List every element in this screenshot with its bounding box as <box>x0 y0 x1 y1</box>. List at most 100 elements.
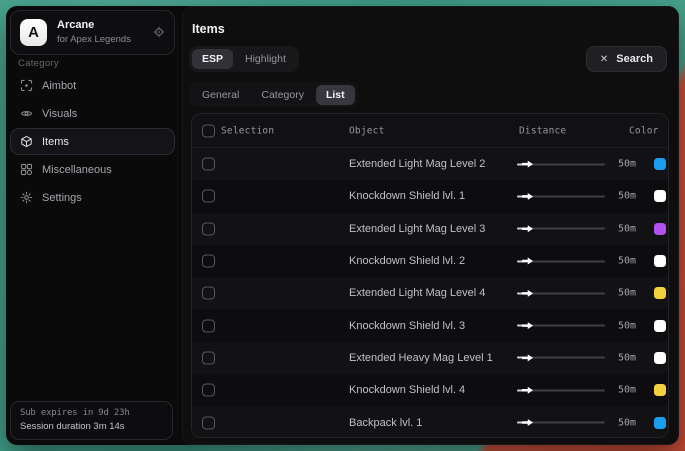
object-label: Knockdown Shield lvl. 4 <box>349 384 465 396</box>
color-swatch[interactable] <box>654 158 666 170</box>
slider-thumb[interactable] <box>522 161 533 168</box>
row-checkbox[interactable] <box>202 319 215 332</box>
category-section-label: Category <box>18 58 59 69</box>
color-swatch[interactable] <box>654 384 666 396</box>
distance-slider[interactable] <box>517 289 605 298</box>
table-row: Knockdown Shield lvl. 2 50m <box>192 245 668 277</box>
distance-slider[interactable] <box>517 353 605 362</box>
main-panel: Items ESP Highlight ✕ Search General Cat… <box>182 6 679 445</box>
eye-icon <box>20 107 33 120</box>
subscription-info-card: Sub expires in 9d 23h Session duration 3… <box>10 401 173 440</box>
slider-thumb[interactable] <box>522 225 533 232</box>
crosshair-icon <box>20 79 33 92</box>
cube-icon <box>20 135 33 148</box>
app-logo: A <box>20 19 47 46</box>
distance-value: 50m <box>595 223 636 234</box>
sidebar-item-aimbot[interactable]: Aimbot <box>10 72 175 99</box>
sidebar-item-label: Items <box>42 136 69 148</box>
row-checkbox[interactable] <box>202 158 215 171</box>
page-title: Items <box>192 22 225 36</box>
color-swatch[interactable] <box>654 255 666 267</box>
row-checkbox[interactable] <box>202 351 215 364</box>
distance-value: 50m <box>595 417 636 428</box>
sidebar-item-settings[interactable]: Settings <box>10 184 175 211</box>
tab-list[interactable]: List <box>316 85 355 105</box>
tab-category[interactable]: Category <box>251 85 314 105</box>
row-checkbox[interactable] <box>202 416 215 429</box>
app-tagline: for Apex Legends <box>57 34 131 45</box>
table-row: Knockdown Shield lvl. 4 50m <box>192 374 668 406</box>
sidebar-item-items[interactable]: Items <box>10 128 175 155</box>
color-swatch[interactable] <box>654 223 666 235</box>
color-swatch[interactable] <box>654 417 666 429</box>
object-label: Knockdown Shield lvl. 1 <box>349 190 465 202</box>
search-button[interactable]: ✕ Search <box>586 46 667 72</box>
distance-value: 50m <box>595 352 636 363</box>
distance-slider[interactable] <box>517 192 605 201</box>
sidebar-nav: Aimbot Visuals Items <box>10 72 175 212</box>
column-header-distance: Distance <box>519 125 566 136</box>
distance-slider[interactable] <box>517 160 605 169</box>
sidebar: A Arcane for Apex Legends Category <box>6 6 182 445</box>
distance-value: 50m <box>595 385 636 396</box>
distance-value: 50m <box>595 191 636 202</box>
sidebar-item-label: Aimbot <box>42 80 76 92</box>
mode-tab-group: ESP Highlight <box>189 46 299 72</box>
object-label: Extended Light Mag Level 3 <box>349 223 485 235</box>
distance-slider[interactable] <box>517 418 605 427</box>
row-checkbox[interactable] <box>202 287 215 300</box>
tab-highlight[interactable]: Highlight <box>235 49 296 69</box>
row-checkbox[interactable] <box>202 384 215 397</box>
object-label: Backpack lvl. 1 <box>349 417 422 429</box>
tab-general[interactable]: General <box>192 85 249 105</box>
color-swatch[interactable] <box>654 287 666 299</box>
grid-icon <box>20 163 33 176</box>
table-header-row: Selection Object Distance Color <box>192 114 668 148</box>
x-icon: ✕ <box>600 54 608 65</box>
search-button-label: Search <box>616 53 653 65</box>
slider-thumb[interactable] <box>522 322 533 329</box>
items-table: Selection Object Distance Color Extended… <box>191 113 669 438</box>
row-checkbox[interactable] <box>202 222 215 235</box>
sidebar-item-visuals[interactable]: Visuals <box>10 100 175 127</box>
slider-thumb[interactable] <box>522 290 533 297</box>
slider-thumb[interactable] <box>522 419 533 426</box>
slider-thumb[interactable] <box>522 387 533 394</box>
slider-thumb[interactable] <box>522 193 533 200</box>
session-duration-text: Session duration 3m 14s <box>20 421 163 432</box>
distance-value: 50m <box>595 320 636 331</box>
sidebar-item-label: Settings <box>42 192 82 204</box>
distance-slider[interactable] <box>517 257 605 266</box>
row-checkbox[interactable] <box>202 255 215 268</box>
slider-thumb[interactable] <box>522 354 533 361</box>
object-label: Knockdown Shield lvl. 2 <box>349 255 465 267</box>
object-label: Extended Heavy Mag Level 1 <box>349 352 493 364</box>
object-label: Knockdown Shield lvl. 3 <box>349 320 465 332</box>
sidebar-item-miscellaneous[interactable]: Miscellaneous <box>10 156 175 183</box>
table-row: Extended Light Mag Level 4 50m <box>192 277 668 309</box>
distance-slider[interactable] <box>517 224 605 233</box>
distance-value: 50m <box>595 256 636 267</box>
distance-slider[interactable] <box>517 386 605 395</box>
sub-expires-text: Sub expires in 9d 23h <box>20 408 163 418</box>
table-row: Extended Heavy Mag Level 1 50m <box>192 342 668 374</box>
distance-value: 50m <box>595 288 636 299</box>
app-name: Arcane <box>57 19 94 31</box>
tab-esp[interactable]: ESP <box>192 49 233 69</box>
app-window: A Arcane for Apex Legends Category <box>6 6 679 445</box>
object-label: Extended Light Mag Level 4 <box>349 287 485 299</box>
table-row: Extended Light Mag Level 2 50m <box>192 148 668 180</box>
color-swatch[interactable] <box>654 190 666 202</box>
distance-slider[interactable] <box>517 321 605 330</box>
table-row: Knockdown Shield lvl. 1 50m <box>192 180 668 212</box>
gear-icon <box>20 191 33 204</box>
row-checkbox[interactable] <box>202 190 215 203</box>
slider-thumb[interactable] <box>522 258 533 265</box>
color-swatch[interactable] <box>654 352 666 364</box>
color-swatch[interactable] <box>654 320 666 332</box>
brand-card: A Arcane for Apex Legends <box>10 10 175 55</box>
select-all-checkbox[interactable] <box>202 125 215 138</box>
table-row: Extended Light Mag Level 3 50m <box>192 213 668 245</box>
pin-icon[interactable] <box>153 26 165 38</box>
column-header-selection: Selection <box>221 125 274 136</box>
